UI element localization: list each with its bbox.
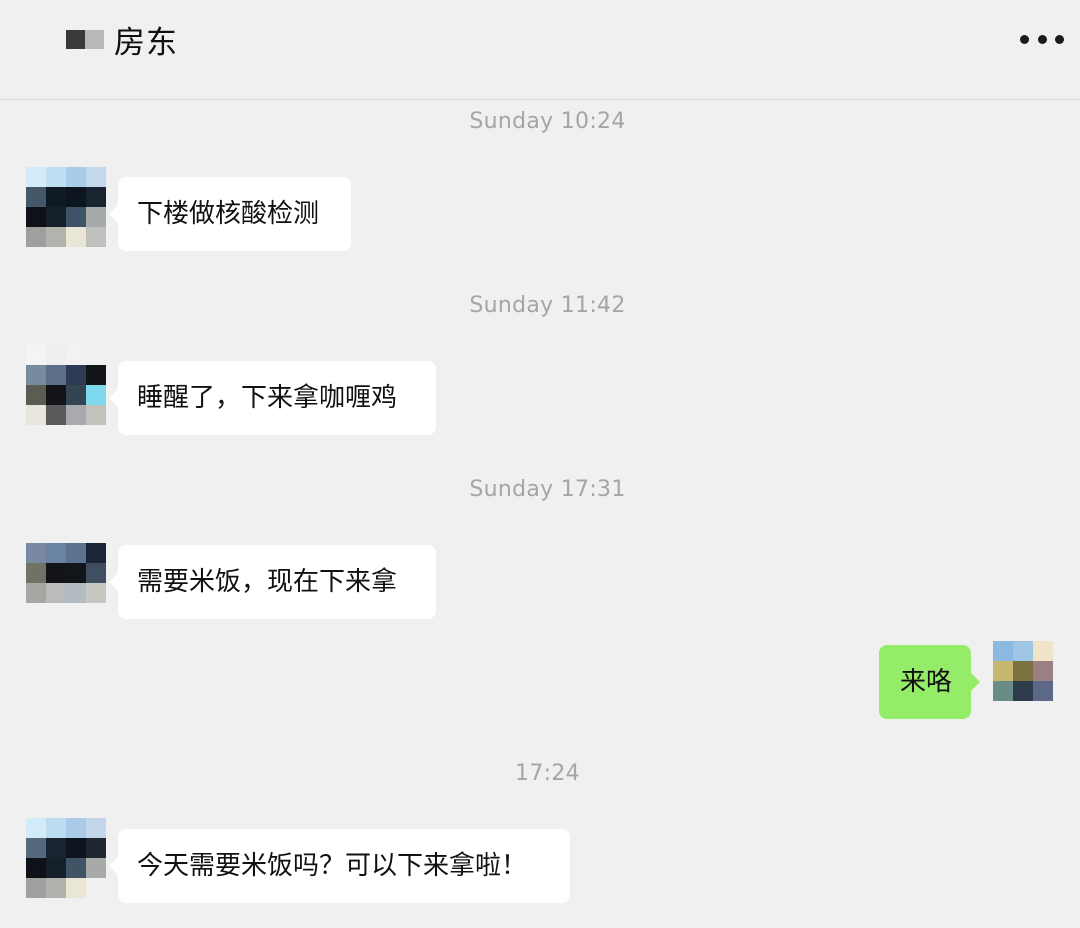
contact-avatar[interactable] <box>26 818 106 898</box>
message-bubble-incoming[interactable]: 睡醒了，下来拿咖喱鸡 <box>109 361 436 435</box>
message-timestamp: Sunday 10:24 <box>469 109 626 134</box>
message-timestamp: Sunday 17:31 <box>469 477 626 502</box>
chat-title-row: 房东 <box>66 16 178 62</box>
message-bubble-outgoing[interactable]: 来咯 <box>879 645 980 719</box>
more-horizontal-icon-dot <box>1055 34 1064 44</box>
contact-avatar[interactable] <box>26 523 106 603</box>
more-horizontal-icon <box>1020 34 1029 44</box>
chat-title: 房东 <box>114 24 178 61</box>
chat-screen: 房东 Sunday 10:24 下楼做核酸检测 Sunday 11:42 睡醒了… <box>0 0 1080 928</box>
more-horizontal-icon-dot <box>1037 34 1047 44</box>
chat-header: 房东 <box>0 0 1080 100</box>
message-bubble-incoming[interactable]: 需要米饭，现在下来拿 <box>109 545 436 619</box>
contact-avatar[interactable] <box>26 167 106 247</box>
censored-name-mosaic <box>66 29 104 49</box>
message-bubble-incoming[interactable]: 下楼做核酸检测 <box>109 177 351 251</box>
my-avatar[interactable] <box>993 641 1053 701</box>
message-timestamp: 17:24 <box>515 761 580 786</box>
contact-avatar[interactable] <box>26 345 106 425</box>
message-timestamp: Sunday 11:42 <box>469 293 626 318</box>
message-bubble-incoming[interactable]: 今天需要米饭吗？可以下来拿啦！ <box>109 829 570 903</box>
more-options-button[interactable] <box>1020 24 1064 54</box>
